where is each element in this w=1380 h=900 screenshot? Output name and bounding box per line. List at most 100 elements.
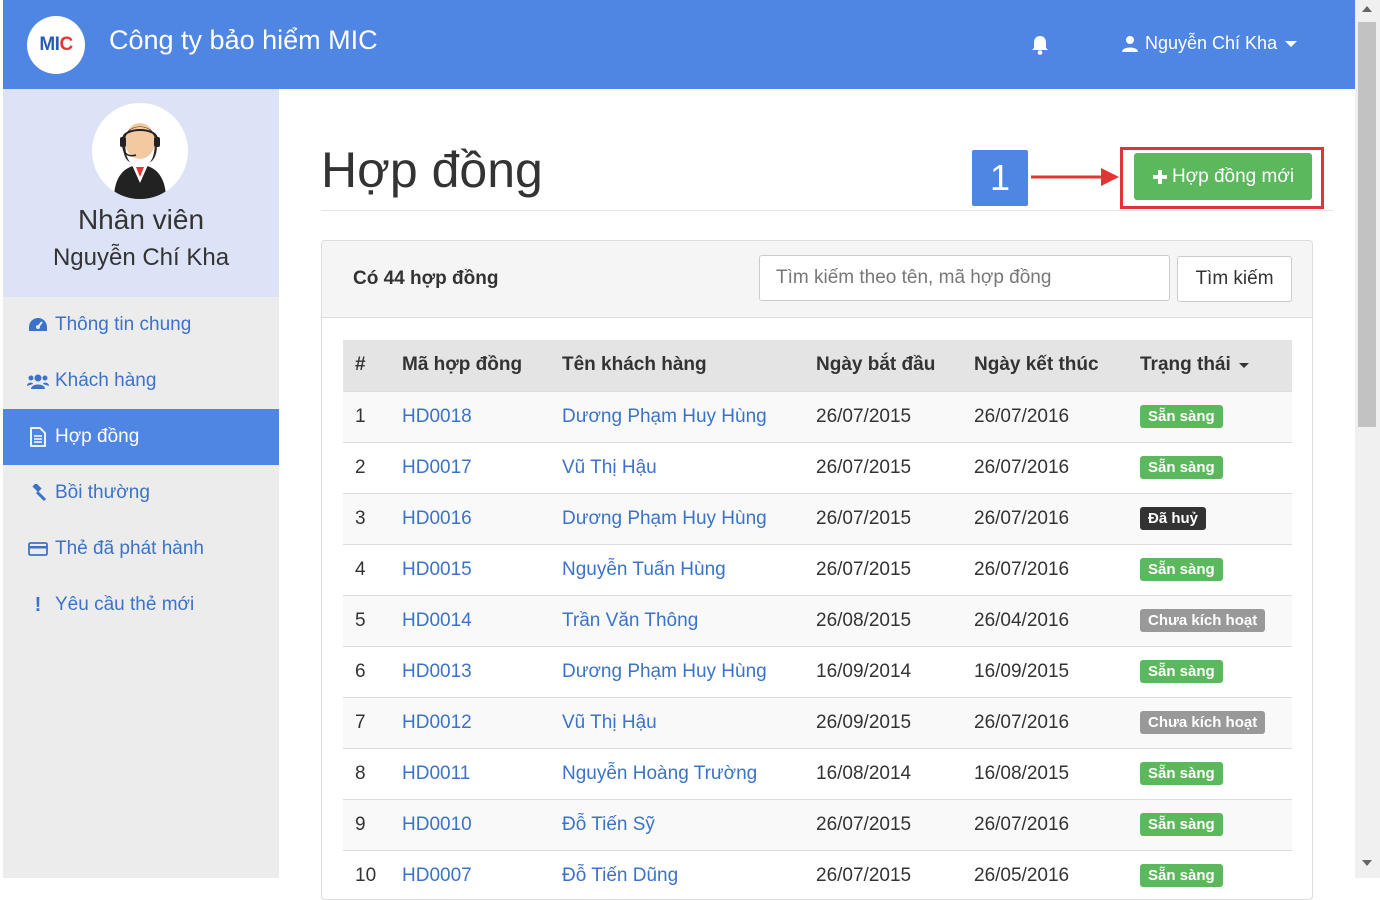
table-header-row: # Mã hợp đồng Tên khách hàng Ngày bắt đầ… bbox=[343, 340, 1292, 391]
contract-code-link[interactable]: HD0016 bbox=[390, 492, 550, 544]
customer-name-link[interactable]: Trần Văn Thông bbox=[550, 594, 804, 646]
sidebar-item-label: Yêu cầu thẻ mới bbox=[55, 594, 195, 615]
page-title: Hợp đồng bbox=[321, 142, 543, 198]
table-row: 3 HD0016 Dương Phạm Huy Hùng 26/07/2015 26/0… bbox=[343, 492, 1292, 544]
cell-start-date: 16/09/2014 bbox=[804, 645, 962, 697]
status-badge: Sẵn sàng bbox=[1140, 864, 1223, 888]
user-name: Nguyễn Chí Kha bbox=[1145, 33, 1278, 53]
customer-name-link[interactable]: Dương Phạm Huy Hùng bbox=[550, 390, 804, 442]
cell-status: Sẵn sàng bbox=[1128, 747, 1292, 799]
cell-number: 4 bbox=[343, 543, 390, 595]
cell-number: 10 bbox=[343, 849, 390, 899]
contract-code-link[interactable]: HD0015 bbox=[390, 543, 550, 595]
customer-name-link[interactable]: Dương Phạm Huy Hùng bbox=[550, 645, 804, 697]
user-icon bbox=[1122, 35, 1138, 52]
customer-name-link[interactable]: Dương Phạm Huy Hùng bbox=[550, 492, 804, 544]
bell-icon[interactable] bbox=[1029, 34, 1051, 56]
contract-code-link[interactable]: HD0010 bbox=[390, 798, 550, 850]
customer-name-link[interactable]: Đỗ Tiến Sỹ bbox=[550, 798, 804, 850]
sidebar-item-claims[interactable]: Bồi thường bbox=[3, 465, 279, 521]
sidebar-item-label: Hợp đồng bbox=[55, 426, 140, 447]
document-icon bbox=[27, 426, 49, 448]
status-badge: Sẵn sàng bbox=[1140, 660, 1223, 683]
col-header-code[interactable]: Mã hợp đồng bbox=[390, 340, 550, 391]
cell-end-date: 16/09/2015 bbox=[962, 645, 1128, 697]
cell-status: Sẵn sàng bbox=[1128, 543, 1292, 595]
scroll-thumb[interactable] bbox=[1358, 22, 1376, 427]
sidebar-item-general-info[interactable]: Thông tin chung bbox=[3, 297, 279, 353]
user-fullname: Nguyễn Chí Kha bbox=[52, 244, 230, 271]
step-badge: 1 bbox=[972, 150, 1028, 206]
top-navbar: MI C Công ty bảo hiểm MIC Nguyễn Chí Kha bbox=[3, 0, 1355, 89]
cell-start-date: 26/07/2015 bbox=[804, 798, 962, 850]
chevron-down-icon bbox=[1238, 362, 1249, 368]
contract-code-link[interactable]: HD0011 bbox=[390, 747, 550, 799]
cell-end-date: 26/04/2016 bbox=[962, 594, 1128, 646]
brand-title[interactable]: Công ty bảo hiểm MIC bbox=[109, 25, 378, 56]
cell-status: Chưa kích hoạt bbox=[1128, 696, 1292, 748]
cell-end-date: 26/07/2016 bbox=[962, 390, 1128, 442]
cell-status: Sẵn sàng bbox=[1128, 645, 1292, 697]
cell-number: 8 bbox=[343, 747, 390, 799]
cell-end-date: 26/07/2016 bbox=[962, 441, 1128, 493]
customer-name-link[interactable]: Nguyễn Hoàng Trường bbox=[550, 747, 804, 799]
status-badge: Sẵn sàng bbox=[1140, 405, 1223, 428]
table-row: 5 HD0014 Trần Văn Thông 26/08/2015 26/04/201… bbox=[343, 594, 1292, 646]
customer-name-link[interactable]: Vũ Thị Hậu bbox=[550, 696, 804, 748]
cell-end-date: 26/07/2016 bbox=[962, 696, 1128, 748]
col-header-end-date[interactable]: Ngày kết thúc bbox=[962, 340, 1128, 391]
arrow-right-icon bbox=[1031, 168, 1119, 186]
search-input[interactable] bbox=[759, 255, 1170, 301]
table-row: 4 HD0015 Nguyễn Tuấn Hùng 26/07/2015 26/07/2… bbox=[343, 543, 1292, 595]
table-row: 6 HD0013 Dương Phạm Huy Hùng 16/09/2014 16/0… bbox=[343, 645, 1292, 697]
search-button[interactable]: Tìm kiếm bbox=[1177, 256, 1292, 302]
table-row: 8 HD0011 Nguyễn Hoàng Trường 16/08/2014 16/0… bbox=[343, 747, 1292, 799]
contract-code-link[interactable]: HD0017 bbox=[390, 441, 550, 493]
customer-name-link[interactable]: Nguyễn Tuấn Hùng bbox=[550, 543, 804, 595]
contract-code-link[interactable]: HD0012 bbox=[390, 696, 550, 748]
status-badge: Chưa kích hoạt bbox=[1140, 711, 1266, 734]
contract-code-link[interactable]: HD0018 bbox=[390, 390, 550, 442]
contract-code-link[interactable]: HD0014 bbox=[390, 594, 550, 646]
cell-end-date: 26/07/2016 bbox=[962, 543, 1128, 595]
cell-start-date: 26/07/2015 bbox=[804, 441, 962, 493]
user-menu[interactable]: Nguyễn Chí Kha bbox=[1121, 33, 1298, 54]
status-badge: Sẵn sàng bbox=[1140, 456, 1223, 479]
sidebar-item-issued-cards[interactable]: Thẻ đã phát hành bbox=[3, 521, 279, 577]
sidebar-item-new-card-request[interactable]: ! Yêu cầu thẻ mới bbox=[3, 577, 279, 633]
gavel-icon bbox=[27, 482, 49, 504]
mic-logo[interactable]: MI C bbox=[27, 16, 85, 74]
table-row: 10 HD0007 Đỗ Tiến Dũng 26/07/2015 26/05/2016… bbox=[343, 849, 1292, 899]
col-header-status[interactable]: Trạng thái bbox=[1128, 340, 1292, 391]
cell-end-date: 16/08/2015 bbox=[962, 747, 1128, 799]
col-header-customer[interactable]: Tên khách hàng bbox=[550, 340, 804, 391]
user-role: Nhân viên bbox=[77, 204, 205, 235]
sidebar-item-label: Khách hàng bbox=[55, 370, 157, 391]
sidebar-item-customers[interactable]: Khách hàng bbox=[3, 353, 279, 409]
status-badge: Sẵn sàng bbox=[1140, 558, 1223, 581]
cell-number: 2 bbox=[343, 441, 390, 493]
customer-name-link[interactable]: Vũ Thị Hậu bbox=[550, 441, 804, 493]
contract-code-link[interactable]: HD0013 bbox=[390, 645, 550, 697]
contract-code-link[interactable]: HD0007 bbox=[390, 849, 550, 899]
scroll-down-arrow-icon[interactable] bbox=[1362, 860, 1372, 866]
scroll-up-arrow-icon[interactable] bbox=[1362, 6, 1372, 12]
exclamation-icon: ! bbox=[34, 593, 42, 616]
users-icon bbox=[27, 370, 49, 392]
col-header-number: # bbox=[355, 354, 366, 376]
cell-end-date: 26/05/2016 bbox=[962, 849, 1128, 899]
chevron-down-icon bbox=[1285, 40, 1298, 47]
cell-status: Sẵn sàng bbox=[1128, 441, 1292, 493]
sidebar-item-contracts[interactable]: Hợp đồng bbox=[3, 409, 279, 465]
col-header-start-date[interactable]: Ngày bắt đầu bbox=[804, 340, 962, 391]
status-badge: Chưa kích hoạt bbox=[1140, 609, 1266, 632]
table-row: 7 HD0012 Vũ Thị Hậu 26/09/2015 26/07/2016 Chư… bbox=[343, 696, 1292, 748]
cell-status: Chưa kích hoạt bbox=[1128, 594, 1292, 646]
scrollbar[interactable] bbox=[1355, 0, 1380, 878]
customer-name-link[interactable]: Đỗ Tiến Dũng bbox=[550, 849, 804, 899]
new-contract-button[interactable]: Hợp đồng mới bbox=[1134, 153, 1312, 200]
cell-start-date: 26/07/2015 bbox=[804, 390, 962, 442]
status-badge: Sẵn sàng bbox=[1140, 813, 1223, 836]
table-row: 2 HD0017 Vũ Thị Hậu 26/07/2015 26/07/2016 Sẵn… bbox=[343, 441, 1292, 493]
status-badge: Đã huỷ bbox=[1140, 507, 1207, 530]
